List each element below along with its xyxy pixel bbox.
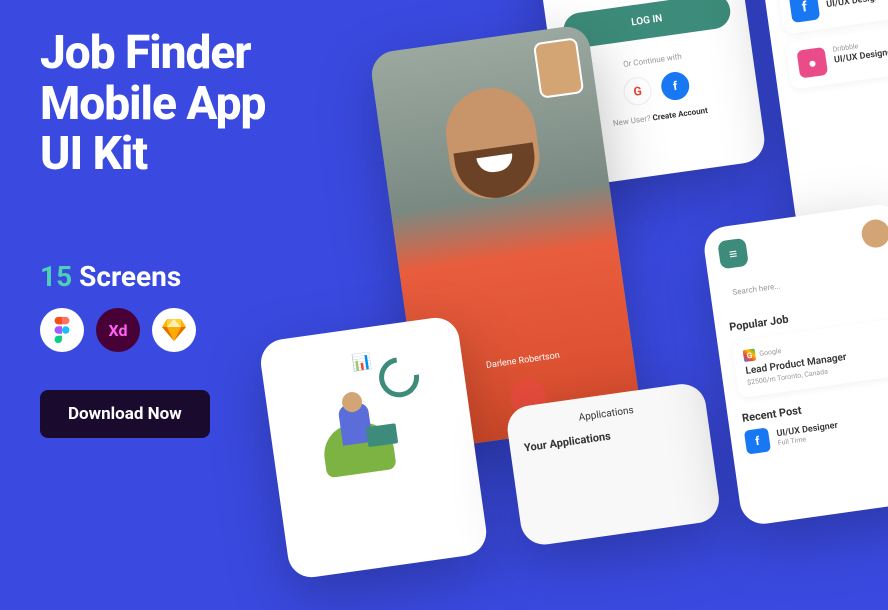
jobs-screen-mockup: 35 Job Opportunity Most Relevant f Faceb… [754, 0, 888, 236]
video-self-thumbnail [533, 37, 584, 99]
job-title: UI/UX Designer [826, 0, 888, 10]
hero-title: Job Finder Mobile App UI Kit [40, 28, 265, 180]
facebook-company-icon: f [789, 0, 821, 23]
user-avatar [860, 218, 888, 250]
screens-subtitle: 15 Screens [40, 260, 181, 293]
figma-icon [40, 308, 84, 352]
title-line-3: UI Kit [40, 129, 265, 180]
popular-job-label: Popular Job [728, 312, 789, 333]
menu-icon: ≡ [717, 238, 749, 270]
xd-icon: Xd [96, 308, 140, 352]
onboarding-screen-mockup: 📊 [258, 315, 489, 580]
title-line-2: Mobile App [40, 79, 265, 130]
phone-mockups: Email Address Password Forgot Password? … [242, 0, 888, 606]
applications-screen-mockup: Applications Your Applications [505, 381, 723, 547]
xd-label: Xd [109, 321, 128, 340]
facebook-company-icon: f [744, 427, 771, 454]
create-account-link: Create Account [652, 106, 708, 123]
screens-label: Screens [79, 260, 181, 293]
download-button[interactable]: Download Now [40, 390, 210, 438]
title-line-1: Job Finder [40, 28, 265, 79]
google-login-icon: G [622, 75, 654, 107]
onboarding-illustration: 📊 [301, 344, 437, 480]
sketch-icon [152, 308, 196, 352]
new-user-label: New User? [612, 114, 651, 128]
facebook-login-icon: f [659, 70, 691, 102]
dribbble-company-icon: ● [797, 47, 829, 79]
screens-count: 15 [40, 260, 72, 293]
home-screen-mockup: ≡ Search here... Popular Job ♥ Google Le… [701, 202, 888, 527]
tool-icons-row: Xd [40, 308, 196, 352]
